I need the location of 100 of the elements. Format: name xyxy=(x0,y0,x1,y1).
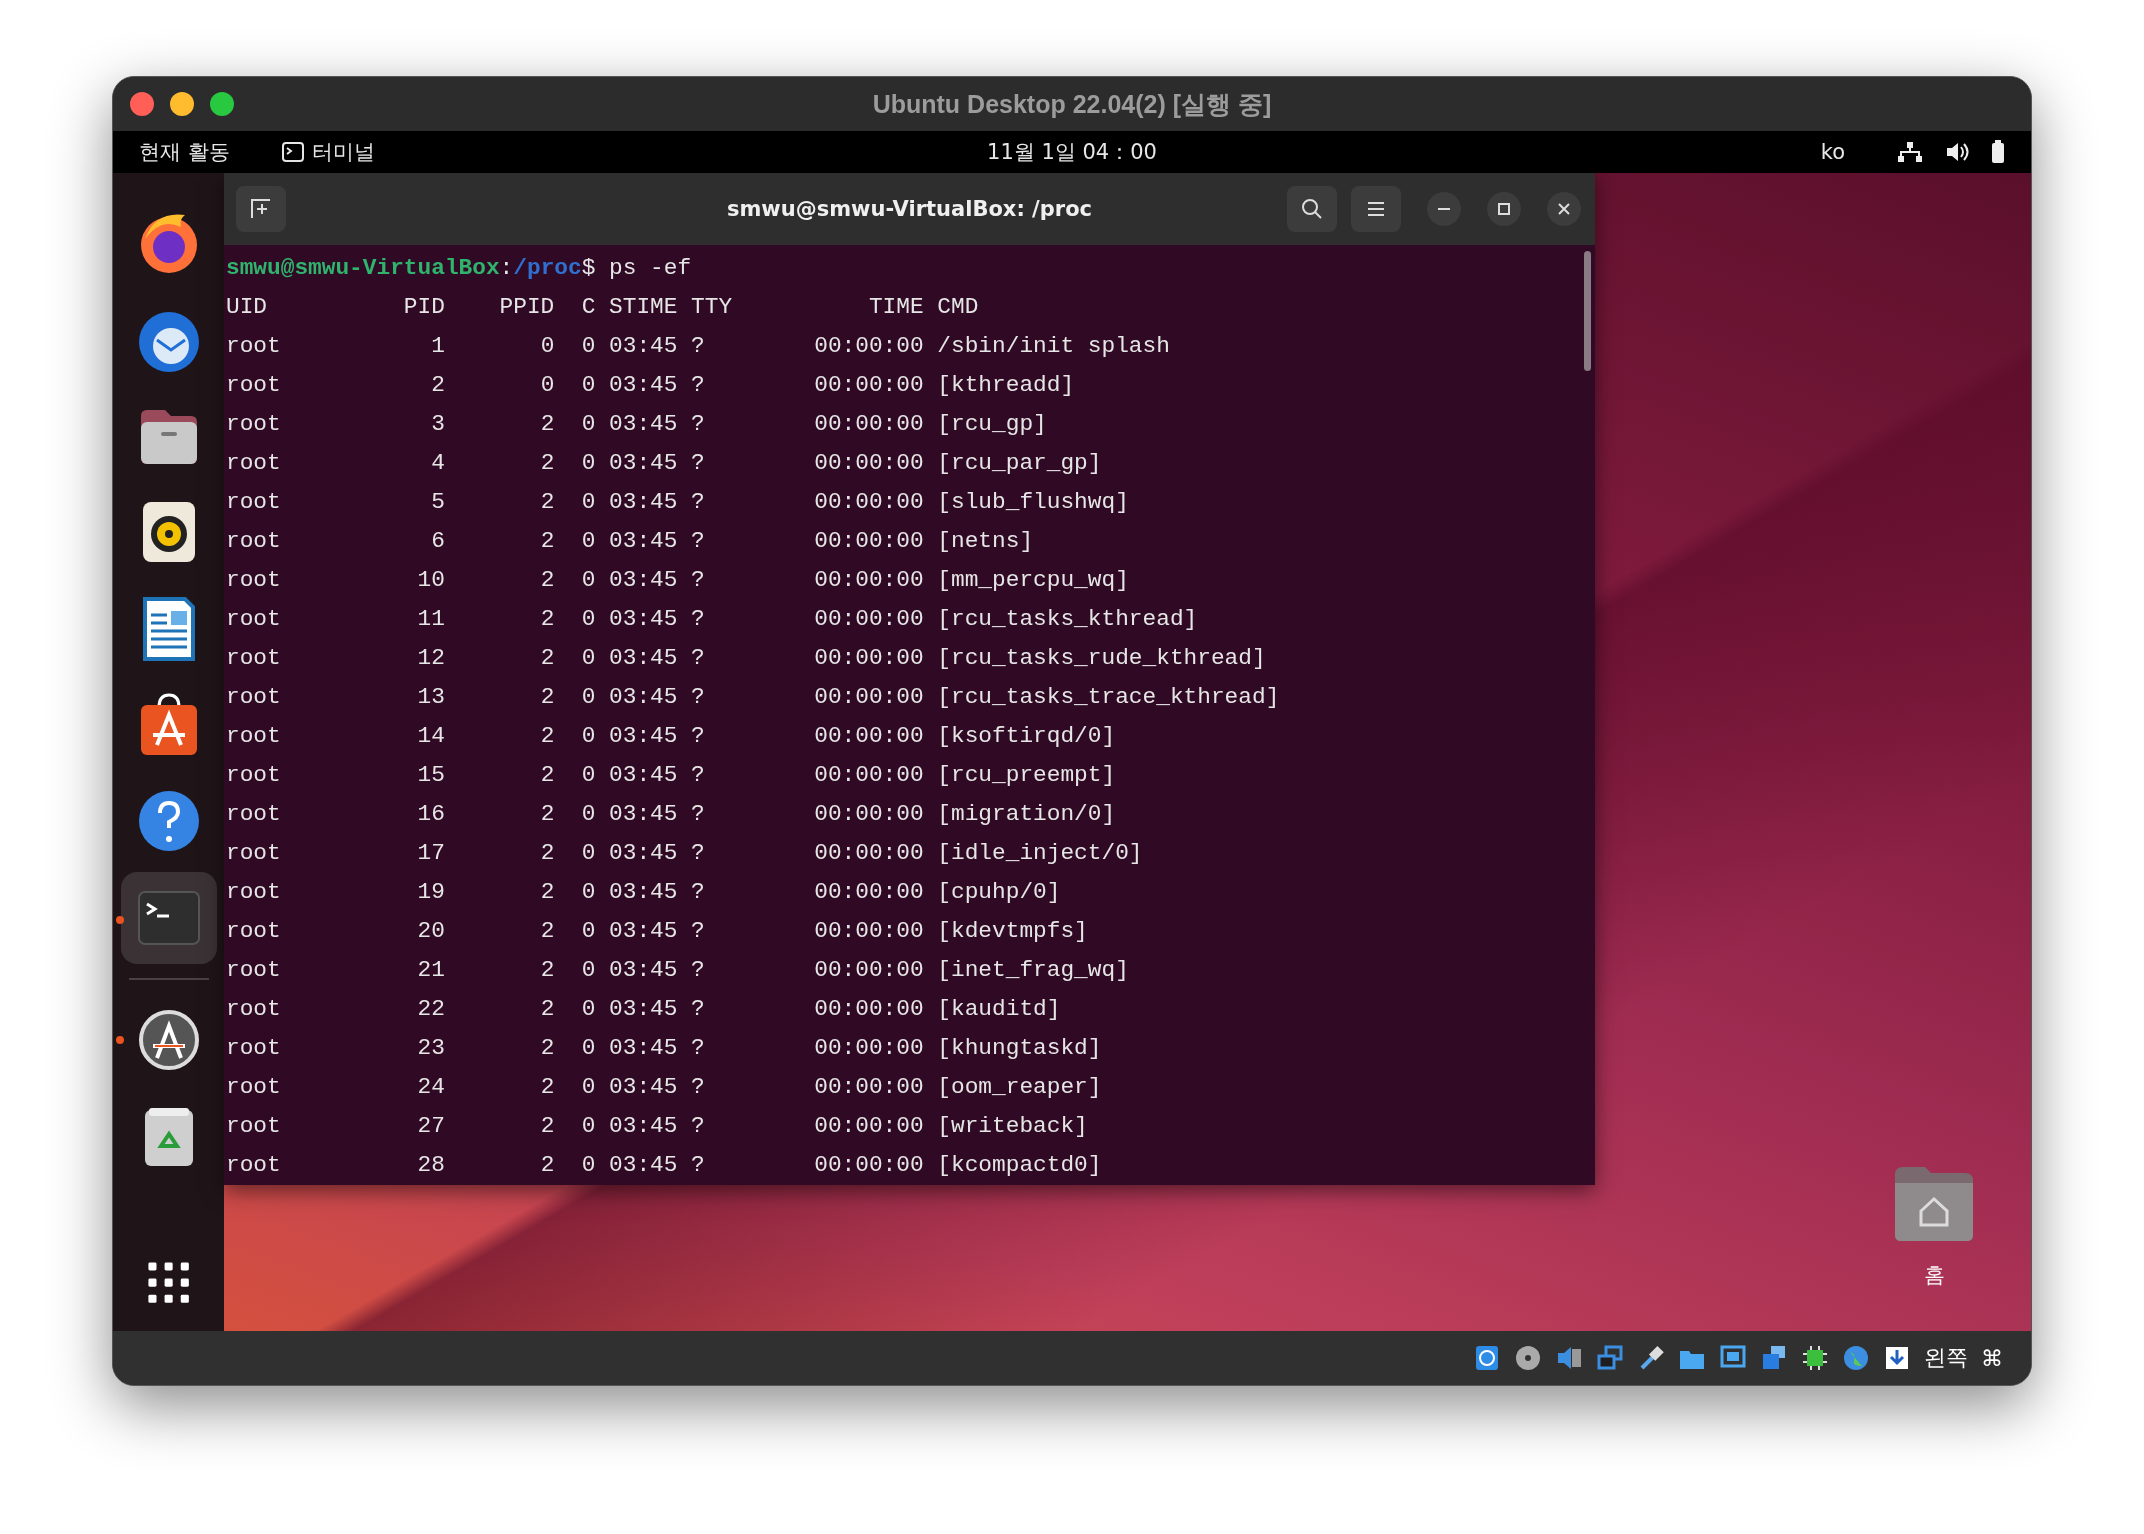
table-cell-text: ? xyxy=(691,410,706,439)
close-button[interactable] xyxy=(1547,192,1581,226)
windows-icon[interactable] xyxy=(1596,1344,1624,1372)
table-cell-text: 14 xyxy=(416,722,445,751)
table-cell-text: root xyxy=(226,488,282,517)
table-cell-text: 00:00:00 xyxy=(814,605,924,634)
menu-button[interactable] xyxy=(1351,186,1401,232)
table-cell-text: 0 xyxy=(580,488,596,517)
battery-icon[interactable] xyxy=(1991,140,2005,164)
table-cell-text: ? xyxy=(691,995,706,1024)
table-cell-text: [kthreadd] xyxy=(937,371,1075,400)
table-cell-text: 0 xyxy=(539,371,555,400)
table-cell-text: 0 xyxy=(580,527,596,556)
table-cell-text: 03:45 xyxy=(608,761,678,790)
table-cell-text: root xyxy=(226,371,282,400)
column-header: CMD xyxy=(937,293,979,322)
table-cell-text: [mm_percpu_wq] xyxy=(937,566,1129,595)
clock[interactable]: 11월 1일 04：00 xyxy=(987,138,1157,166)
table-cell-text: [rcu_preempt] xyxy=(937,761,1116,790)
table-cell-text: 00:00:00 xyxy=(814,410,924,439)
table-cell-text: 03:45 xyxy=(608,527,678,556)
table-cell-text: 03:45 xyxy=(608,722,678,751)
stacked-windows-icon[interactable] xyxy=(1760,1344,1788,1372)
table-cell-text: 00:00:00 xyxy=(814,995,924,1024)
table-cell-text: 19 xyxy=(416,878,445,907)
table-cell-text: 00:00:00 xyxy=(814,878,924,907)
table-cell-text: 03:45 xyxy=(608,956,678,985)
table-cell-text: 00:00:00 xyxy=(814,722,924,751)
table-cell-text: 0 xyxy=(580,839,596,868)
table-cell-text: root xyxy=(226,761,282,790)
table-cell-text: [kcompactd0] xyxy=(937,1151,1102,1180)
table-cell-text: 00:00:00 xyxy=(814,527,924,556)
table-cell-text: 0 xyxy=(580,878,596,907)
table-cell-text: ? xyxy=(691,683,706,712)
scrollbar[interactable] xyxy=(1584,251,1591,371)
close-button[interactable] xyxy=(130,92,154,116)
table-cell-text: 2 xyxy=(539,839,555,868)
table-cell-text: 6 xyxy=(430,527,445,556)
table-cell-text: 0 xyxy=(580,1112,596,1141)
speaker-icon[interactable] xyxy=(1555,1344,1583,1372)
download-icon[interactable] xyxy=(1883,1344,1911,1372)
table-cell-text: 00:00:00 xyxy=(814,761,924,790)
column-header: PPID xyxy=(498,293,555,322)
table-cell-text: 1 xyxy=(430,332,445,361)
table-cell-text: ? xyxy=(691,917,706,946)
minimize-button[interactable] xyxy=(1427,192,1461,226)
input-language[interactable]: ko xyxy=(1820,140,1845,164)
minimize-button[interactable] xyxy=(170,92,194,116)
table-cell-text: 00:00:00 xyxy=(814,1034,924,1063)
globe-icon[interactable] xyxy=(1842,1344,1870,1372)
table-cell-text: root xyxy=(226,644,282,673)
column-header: C xyxy=(580,293,596,322)
table-cell-text: [rcu_tasks_kthread] xyxy=(937,605,1198,634)
table-cell-text: 03:45 xyxy=(608,683,678,712)
table-cell-text: 21 xyxy=(416,956,445,985)
table-cell-text: root xyxy=(226,878,282,907)
table-cell-text: 24 xyxy=(416,1073,445,1102)
table-cell-text: [oom_reaper] xyxy=(937,1073,1102,1102)
table-cell-text: 2 xyxy=(539,1151,555,1180)
table-cell-text: ? xyxy=(691,761,706,790)
table-cell-text: 23 xyxy=(416,1034,445,1063)
table-cell-text: root xyxy=(226,566,282,595)
table-cell-text: 0 xyxy=(580,566,596,595)
search-button[interactable] xyxy=(1287,186,1337,232)
table-cell-text: 03:45 xyxy=(608,449,678,478)
maximize-button[interactable] xyxy=(1487,192,1521,226)
table-cell-text: ? xyxy=(691,488,706,517)
table-cell-text: root xyxy=(226,995,282,1024)
volume-icon[interactable] xyxy=(1945,141,1969,163)
table-cell-text: 00:00:00 xyxy=(814,1073,924,1102)
table-cell-text: ? xyxy=(691,1112,706,1141)
table-cell-text: 16 xyxy=(416,800,445,829)
network-icon[interactable] xyxy=(1897,141,1923,163)
zoom-button[interactable] xyxy=(210,92,234,116)
table-cell-text: 2 xyxy=(539,878,555,907)
table-cell-text: 2 xyxy=(539,1112,555,1141)
table-cell-text: 2 xyxy=(539,995,555,1024)
table-cell-text: 20 xyxy=(416,917,445,946)
table-cell-text: 0 xyxy=(580,1034,596,1063)
table-cell-text: 0 xyxy=(580,917,596,946)
table-cell-text: root xyxy=(226,1034,282,1063)
activities-button[interactable]: 현재 활동 xyxy=(139,138,230,166)
table-cell-text: ? xyxy=(691,722,706,751)
optical-disc-icon[interactable] xyxy=(1514,1344,1542,1372)
table-cell-text: 2 xyxy=(539,566,555,595)
table-cell-text: ? xyxy=(691,332,706,361)
table-cell-text: 2 xyxy=(539,761,555,790)
new-tab-button[interactable] xyxy=(236,186,286,232)
host-key-label: 왼쪽 xyxy=(1924,1344,1968,1372)
app-menu[interactable]: 터미널 xyxy=(311,138,375,166)
table-cell-text: root xyxy=(226,1073,282,1102)
table-cell-text: 0 xyxy=(580,605,596,634)
chip-icon[interactable] xyxy=(1801,1344,1829,1372)
table-cell-text: ? xyxy=(691,644,706,673)
column-header: TTY xyxy=(691,293,734,322)
table-cell-text: 00:00:00 xyxy=(814,956,924,985)
table-cell-text: root xyxy=(226,683,282,712)
table-cell-text: 03:45 xyxy=(608,410,678,439)
table-cell-text: 00:00:00 xyxy=(814,332,924,361)
table-cell-text: [netns] xyxy=(937,527,1034,556)
